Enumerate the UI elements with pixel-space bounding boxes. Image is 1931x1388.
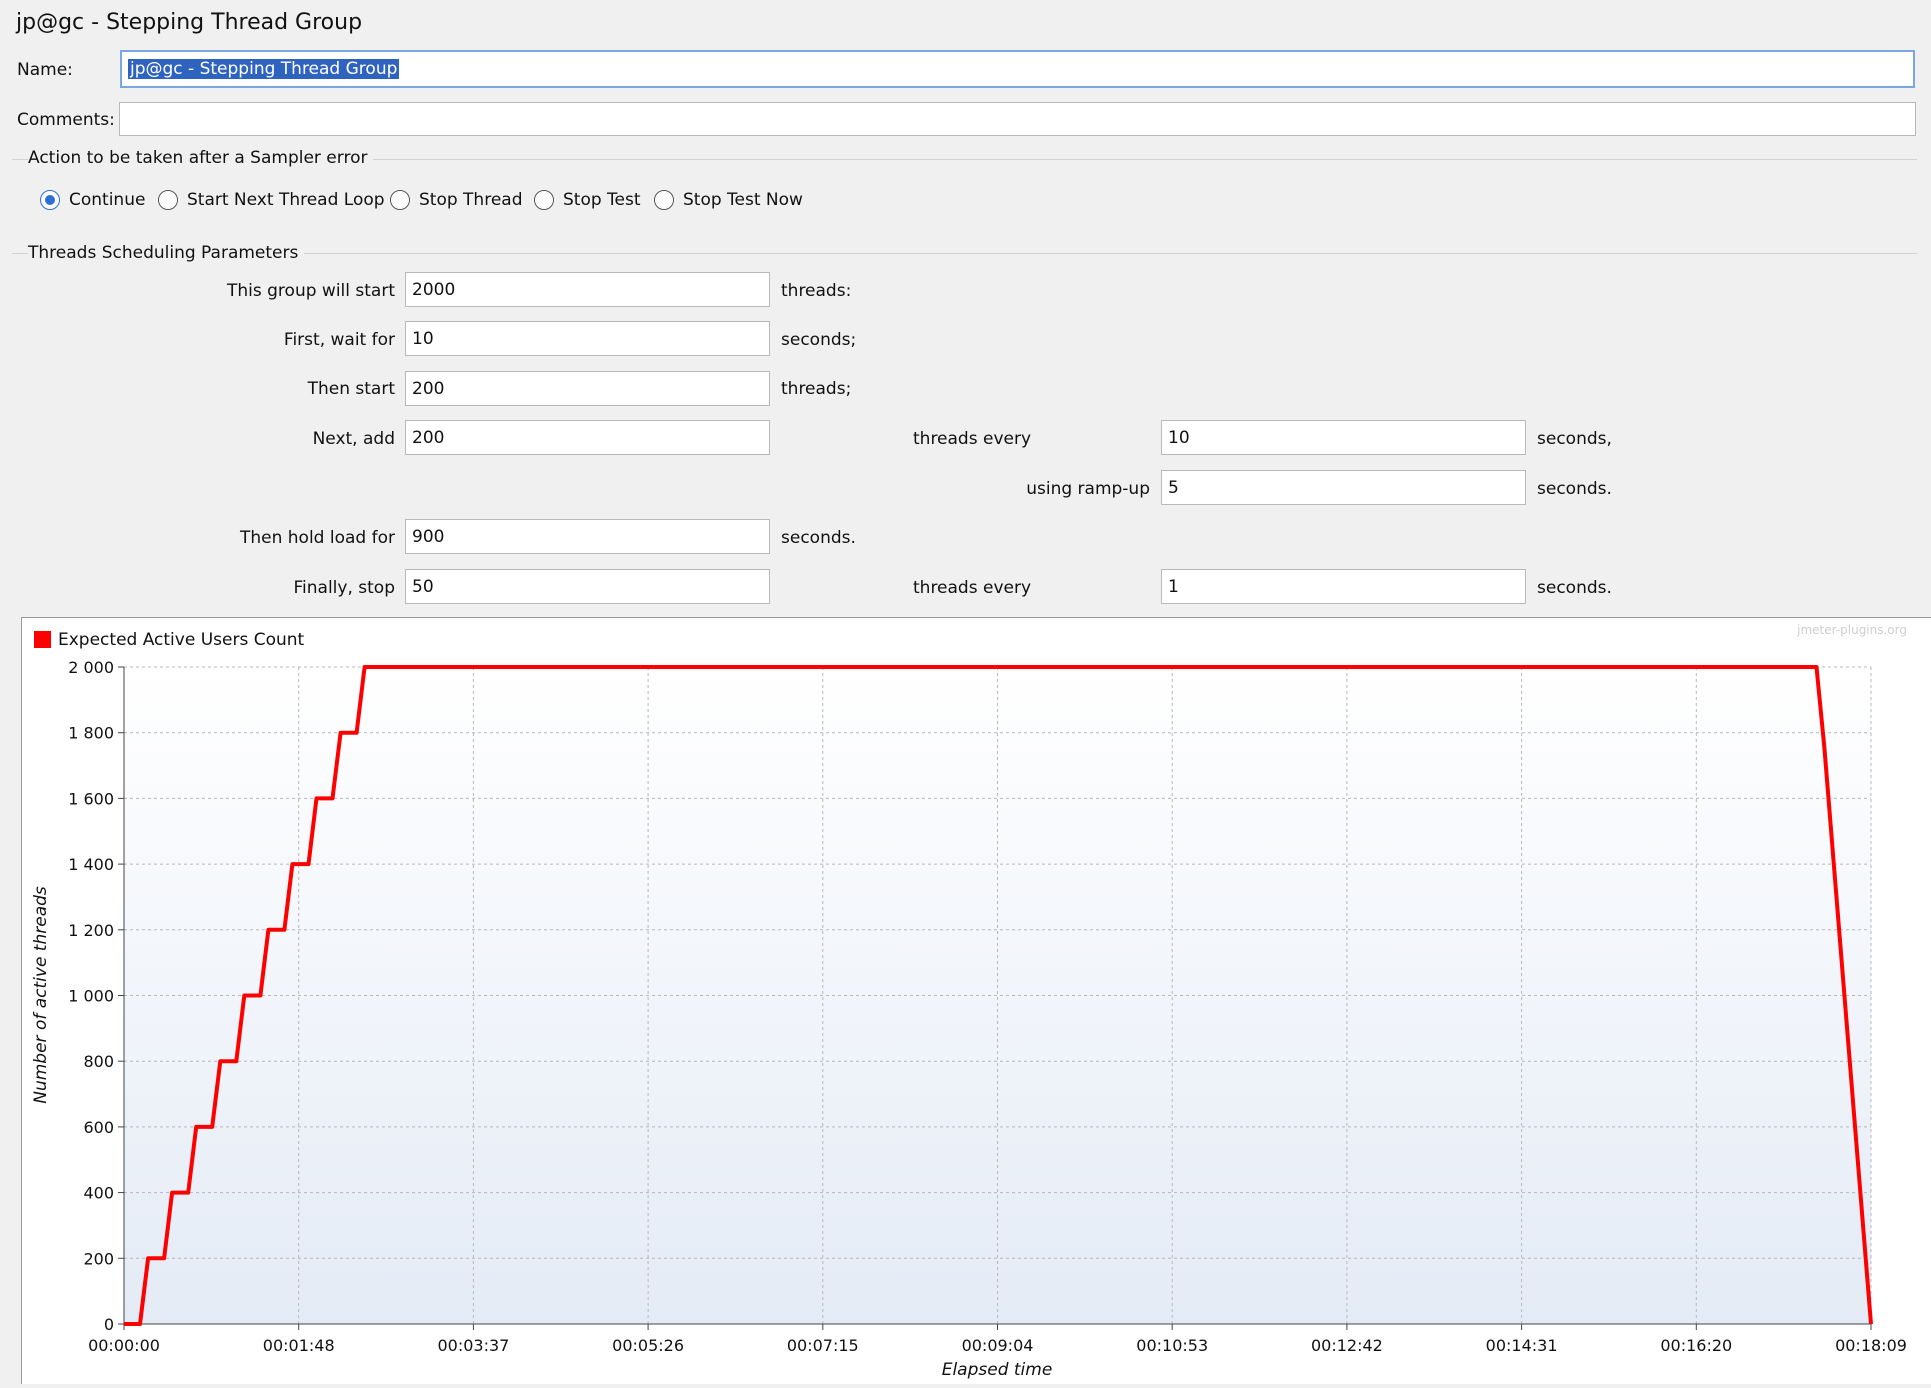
increment-value: 200 xyxy=(412,427,445,448)
x-tick-label: 00:16:20 xyxy=(1660,1336,1732,1355)
stop-unit: seconds. xyxy=(1537,578,1612,598)
x-axis-title: Elapsed time xyxy=(942,1360,1053,1380)
start-users-value: 200 xyxy=(412,378,445,399)
x-tick-label: 00:00:00 xyxy=(88,1336,160,1355)
x-tick-label: 00:05:26 xyxy=(612,1336,684,1355)
radio-stop-test[interactable]: Stop Test xyxy=(534,190,641,210)
y-tick-label: 1 400 xyxy=(68,855,114,874)
rampup-value: 5 xyxy=(1168,477,1179,498)
x-tick-label: 00:01:48 xyxy=(263,1336,335,1355)
x-tick-label: 00:14:31 xyxy=(1486,1336,1558,1355)
radio-continue-label: Continue xyxy=(69,190,146,210)
y-tick-label: 600 xyxy=(83,1118,114,1137)
x-tick-label: 00:03:37 xyxy=(437,1336,509,1355)
radio-unselected-icon xyxy=(390,190,410,210)
radio-continue[interactable]: Continue xyxy=(40,190,145,210)
y-tick-label: 0 xyxy=(104,1315,114,1334)
sampler-error-title: Action to be taken after a Sampler error xyxy=(28,148,374,168)
y-tick-label: 1 000 xyxy=(68,987,114,1006)
stop-period-input[interactable]: 1 xyxy=(1161,569,1526,604)
y-tick-label: 200 xyxy=(83,1249,114,1268)
radio-stop-test-label: Stop Test xyxy=(563,190,641,210)
radio-stop-test-now[interactable]: Stop Test Now xyxy=(654,190,803,210)
start-threads-input[interactable]: 2000 xyxy=(405,272,770,307)
increment-period-value: 10 xyxy=(1168,427,1190,448)
start-threads-label: This group will start xyxy=(227,281,395,301)
watermark: jmeter-plugins.org xyxy=(1796,623,1907,637)
y-tick-label: 2 000 xyxy=(68,658,114,677)
radio-stop-thread-label: Stop Thread xyxy=(419,190,523,210)
active-threads-chart: 0 200 400 600 800 1 000 1 200 1 400 1 600 1 800 2 … xyxy=(22,618,1931,1384)
comments-label: Comments: xyxy=(17,110,115,130)
increment-period-input[interactable]: 10 xyxy=(1161,420,1526,455)
rampup-input[interactable]: 5 xyxy=(1161,470,1526,505)
radio-unselected-icon xyxy=(654,190,674,210)
y-tick-label: 1 600 xyxy=(68,789,114,808)
radio-selected-icon xyxy=(40,190,60,210)
name-label: Name: xyxy=(17,60,73,80)
stop-label: Finally, stop xyxy=(293,578,396,598)
name-input-value: jp@gc - Stepping Thread Group xyxy=(128,59,400,79)
increment-label: Next, add xyxy=(312,429,395,449)
y-tick-label: 1 800 xyxy=(68,724,114,743)
hold-unit: seconds. xyxy=(781,528,856,548)
start-users-input[interactable]: 200 xyxy=(405,371,770,406)
initial-delay-input[interactable]: 10 xyxy=(405,321,770,356)
scheduling-title: Threads Scheduling Parameters xyxy=(28,243,305,263)
y-tick-label: 400 xyxy=(83,1184,114,1203)
y-axis-title: Number of active threads xyxy=(31,886,51,1104)
start-users-unit: threads; xyxy=(781,379,852,399)
radio-unselected-icon xyxy=(158,190,178,210)
comments-input[interactable] xyxy=(119,102,1916,136)
y-tick-label: 800 xyxy=(83,1052,114,1071)
hold-input[interactable]: 900 xyxy=(405,519,770,554)
rampup-label: using ramp-up xyxy=(1026,479,1150,499)
legend-swatch xyxy=(34,631,51,648)
start-threads-value: 2000 xyxy=(412,279,456,300)
x-tick-label: 00:07:15 xyxy=(787,1336,859,1355)
legend-label: Expected Active Users Count xyxy=(58,630,305,650)
initial-delay-label: First, wait for xyxy=(283,330,395,350)
initial-delay-value: 10 xyxy=(412,328,434,349)
hold-value: 900 xyxy=(412,526,445,547)
x-tick-label: 00:18:09 xyxy=(1835,1336,1907,1355)
stop-value: 50 xyxy=(412,576,434,597)
radio-stop-thread[interactable]: Stop Thread xyxy=(390,190,523,210)
stop-period-value: 1 xyxy=(1168,576,1179,597)
hold-label: Then hold load for xyxy=(239,528,395,548)
name-input[interactable]: jp@gc - Stepping Thread Group xyxy=(120,50,1915,88)
stop-input[interactable]: 50 xyxy=(405,569,770,604)
radio-unselected-icon xyxy=(534,190,554,210)
radio-start-next-thread-loop-label: Start Next Thread Loop xyxy=(187,190,385,210)
increment-unit: seconds, xyxy=(1537,429,1612,449)
rampup-unit: seconds. xyxy=(1537,479,1612,499)
panel-title: jp@gc - Stepping Thread Group xyxy=(16,10,363,35)
chart-panel: 0 200 400 600 800 1 000 1 200 1 400 1 600 1 800 2 … xyxy=(21,617,1931,1384)
y-tick-label: 1 200 xyxy=(68,921,114,940)
radio-start-next-thread-loop[interactable]: Start Next Thread Loop xyxy=(158,190,385,210)
start-threads-unit: threads: xyxy=(781,281,852,301)
x-tick-label: 00:12:42 xyxy=(1311,1336,1383,1355)
x-tick-label: 00:09:04 xyxy=(962,1336,1034,1355)
radio-stop-test-now-label: Stop Test Now xyxy=(683,190,803,210)
x-tick-label: 00:10:53 xyxy=(1136,1336,1208,1355)
start-users-label: Then start xyxy=(307,379,395,399)
stop-threads-every-label: threads every xyxy=(913,578,1032,598)
increment-input[interactable]: 200 xyxy=(405,420,770,455)
increment-threads-every-label: threads every xyxy=(913,429,1032,449)
initial-delay-unit: seconds; xyxy=(781,330,857,350)
